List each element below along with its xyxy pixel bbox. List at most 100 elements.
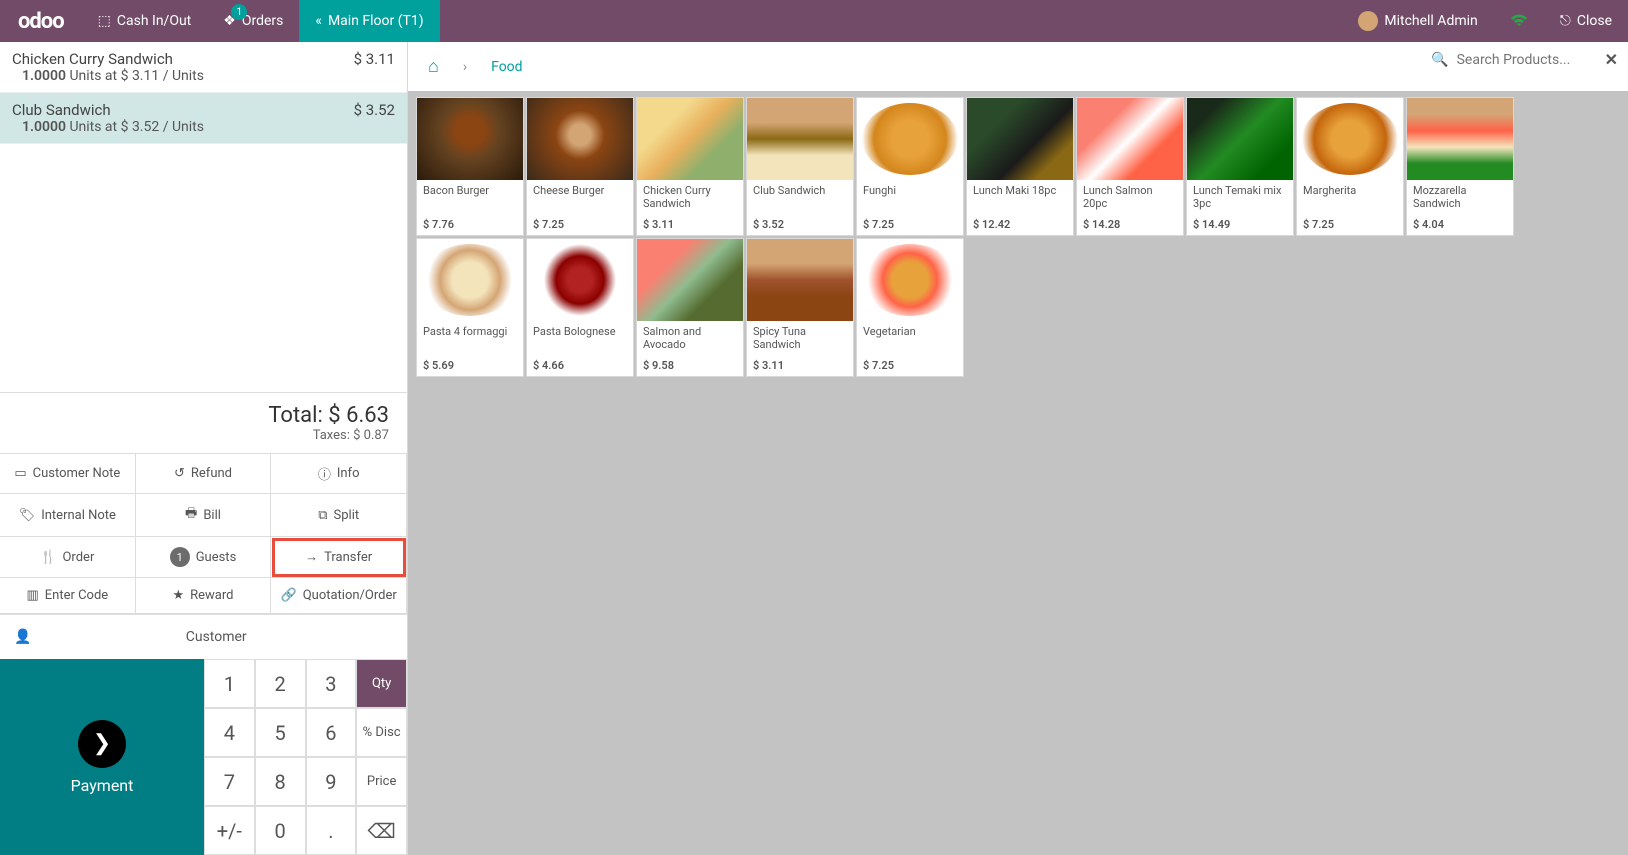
numpad-backspace[interactable]: ⌫ <box>356 806 407 855</box>
floor-button[interactable]: « Main Floor (T1) <box>299 0 439 42</box>
product-price: $ 3.52 <box>747 214 853 235</box>
taxes-row: Taxes: $ 0.87 <box>18 428 389 443</box>
home-icon[interactable]: ⌂ <box>428 56 439 77</box>
numpad-8[interactable]: 8 <box>255 757 306 806</box>
product-grid: Bacon Burger $ 7.76 Cheese Burger $ 7.25… <box>408 91 1628 383</box>
person-icon: 👤 <box>14 629 31 645</box>
product-card[interactable]: Lunch Maki 18pc $ 12.42 <box>966 97 1074 236</box>
product-price: $ 7.25 <box>1297 214 1403 235</box>
close-label: Close <box>1577 13 1612 29</box>
enter-code-button[interactable]: ▥Enter Code <box>0 578 136 614</box>
total-label: Total: <box>268 403 322 428</box>
product-name: Club Sandwich <box>747 180 853 214</box>
order-line[interactable]: Club Sandwich $ 3.52 1.0000 Units at $ 3… <box>0 93 407 144</box>
guests-button[interactable]: 1Guests <box>136 537 272 578</box>
product-card[interactable]: Lunch Temaki mix 3pc $ 14.49 <box>1186 97 1294 236</box>
transfer-button[interactable]: →Transfer <box>271 537 407 578</box>
numpad-5[interactable]: 5 <box>255 708 306 757</box>
product-card[interactable]: Club Sandwich $ 3.52 <box>746 97 854 236</box>
numpad-disc[interactable]: % Disc <box>356 708 407 757</box>
numpad-6[interactable]: 6 <box>306 708 357 757</box>
product-card[interactable]: Mozzarella Sandwich $ 4.04 <box>1406 97 1514 236</box>
payment-label: Payment <box>71 776 134 795</box>
numpad-4[interactable]: 4 <box>204 708 255 757</box>
split-button[interactable]: ⧉Split <box>271 494 407 537</box>
product-image <box>1187 98 1293 180</box>
numpad-dot[interactable]: . <box>306 806 357 855</box>
product-card[interactable]: Pasta 4 formaggi $ 5.69 <box>416 238 524 377</box>
floor-label: Main Floor (T1) <box>328 13 424 29</box>
orderline-price: $ 3.52 <box>354 101 395 119</box>
search-input[interactable] <box>1457 52 1597 68</box>
product-image <box>417 98 523 180</box>
customer-button[interactable]: 👤 Customer <box>0 615 407 659</box>
internal-note-button[interactable]: 🏷Internal Note <box>0 494 136 537</box>
product-card[interactable]: Cheese Burger $ 7.25 <box>526 97 634 236</box>
product-price: $ 7.25 <box>857 214 963 235</box>
total-row: Total: $ 6.63 <box>18 403 389 428</box>
breadcrumb-category[interactable]: Food <box>491 59 522 75</box>
product-card[interactable]: Bacon Burger $ 7.76 <box>416 97 524 236</box>
product-card[interactable]: Margherita $ 7.25 <box>1296 97 1404 236</box>
close-button[interactable]: ⎋ Close <box>1544 0 1628 42</box>
product-price: $ 4.04 <box>1407 214 1513 235</box>
info-button[interactable]: ⓘInfo <box>271 454 407 494</box>
product-name: Funghi <box>857 180 963 214</box>
taxes-value: $ 0.87 <box>353 428 389 443</box>
product-price: $ 5.69 <box>417 355 523 376</box>
numpad-7[interactable]: 7 <box>204 757 255 806</box>
numpad-sign[interactable]: +/- <box>204 806 255 855</box>
order-button[interactable]: 🍴Order <box>0 537 136 578</box>
odoo-logo[interactable]: odoo <box>0 9 82 34</box>
product-price: $ 7.25 <box>527 214 633 235</box>
product-card[interactable]: Chicken Curry Sandwich $ 3.11 <box>636 97 744 236</box>
user-menu[interactable]: Mitchell Admin <box>1342 0 1493 42</box>
product-name: Vegetarian <box>857 321 963 355</box>
product-card[interactable]: Lunch Salmon 20pc $ 14.28 <box>1076 97 1184 236</box>
orders-button[interactable]: ❖ 1 Orders <box>207 0 299 42</box>
numpad-price[interactable]: Price <box>356 757 407 806</box>
product-image <box>1297 98 1403 180</box>
numpad-9[interactable]: 9 <box>306 757 357 806</box>
product-image <box>747 98 853 180</box>
order-summary: Total: $ 6.63 Taxes: $ 0.87 <box>0 392 407 453</box>
reward-button[interactable]: ★Reward <box>136 578 272 614</box>
product-card[interactable]: Pasta Bolognese $ 4.66 <box>526 238 634 377</box>
product-price: $ 7.25 <box>857 355 963 376</box>
product-card[interactable]: Funghi $ 7.25 <box>856 97 964 236</box>
numpad-0[interactable]: 0 <box>255 806 306 855</box>
numpad-3[interactable]: 3 <box>306 659 357 708</box>
product-price: $ 7.76 <box>417 214 523 235</box>
product-name: Cheese Burger <box>527 180 633 214</box>
order-line[interactable]: Chicken Curry Sandwich $ 3.11 1.0000 Uni… <box>0 42 407 93</box>
customer-note-button[interactable]: ▭Customer Note <box>0 454 136 494</box>
product-card[interactable]: Vegetarian $ 7.25 <box>856 238 964 377</box>
cash-in-out-label: Cash In/Out <box>117 13 191 29</box>
product-card[interactable]: Spicy Tuna Sandwich $ 3.11 <box>746 238 854 377</box>
barcode-icon: ▥ <box>26 588 38 603</box>
refund-button[interactable]: ↺Refund <box>136 454 272 494</box>
top-bar: odoo ⬚ Cash In/Out ❖ 1 Orders « Main Flo… <box>0 0 1628 42</box>
payment-button[interactable]: ❯ Payment <box>0 659 204 855</box>
numpad-1[interactable]: 1 <box>204 659 255 708</box>
bill-button[interactable]: 🖶Bill <box>136 494 272 537</box>
cutlery-icon: 🍴 <box>40 550 56 565</box>
numpad-2[interactable]: 2 <box>255 659 306 708</box>
product-name: Mozzarella Sandwich <box>1407 180 1513 214</box>
star-icon: ★ <box>172 588 184 603</box>
cash-in-out-button[interactable]: ⬚ Cash In/Out <box>82 0 208 42</box>
info-icon: ⓘ <box>318 464 331 483</box>
breadcrumb-separator: › <box>463 59 467 75</box>
search-clear-icon[interactable]: ✕ <box>1605 50 1618 69</box>
guest-count: 1 <box>170 547 190 567</box>
note-icon: ▭ <box>14 466 26 481</box>
product-image <box>967 98 1073 180</box>
product-name: Lunch Maki 18pc <box>967 180 1073 214</box>
numpad-qty[interactable]: Qty <box>356 659 407 708</box>
product-name: Salmon and Avocado <box>637 321 743 355</box>
print-icon: 🖶 <box>185 504 197 526</box>
quotation-button[interactable]: 🔗Quotation/Order <box>271 578 407 614</box>
product-card[interactable]: Salmon and Avocado $ 9.58 <box>636 238 744 377</box>
orderline-price: $ 3.11 <box>354 50 395 68</box>
product-name: Bacon Burger <box>417 180 523 214</box>
